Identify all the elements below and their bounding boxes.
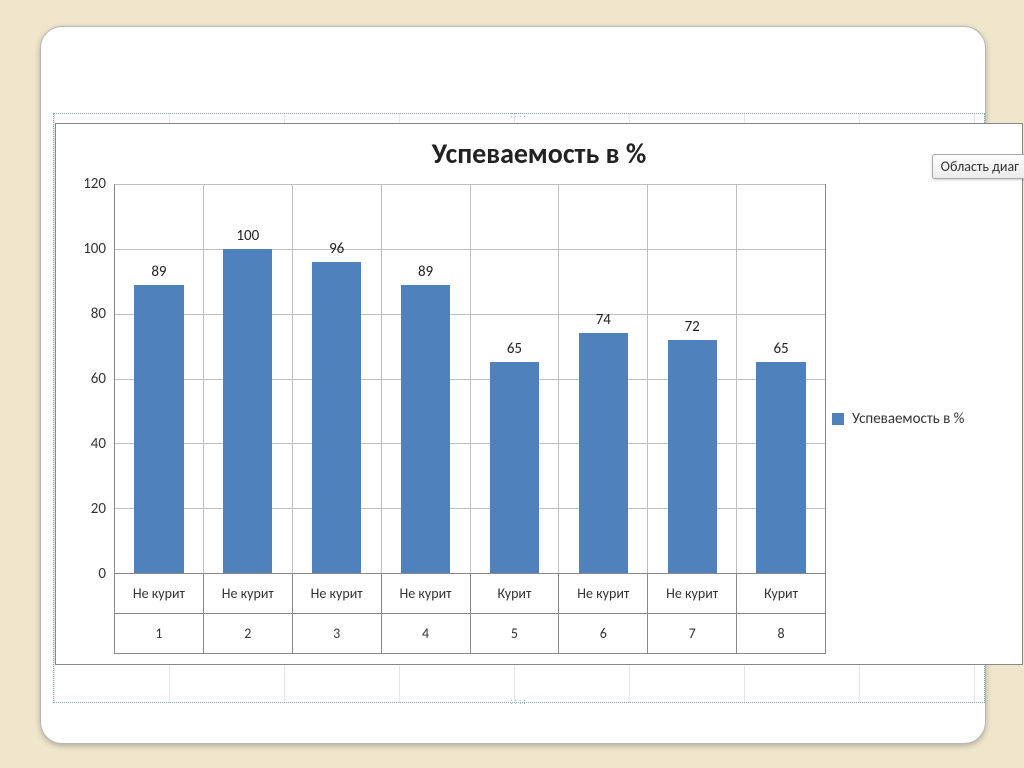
y-tick-label: 0 [98,565,106,583]
x-index-label: 2 [204,614,292,653]
x-axis: Не курит1Не курит2Не курит3Не курит4Кури… [114,574,826,654]
x-category-label: Курит [737,574,825,614]
y-tick-label: 100 [83,240,106,258]
plot-area[interactable]: 89100968965747265 [114,184,826,574]
x-category-label: Не курит [382,574,470,614]
x-cell: Не курит4 [381,574,470,654]
bar[interactable] [134,285,183,574]
legend-label: Успеваемость в % [852,410,964,428]
bar[interactable] [312,262,361,573]
bar-value-label: 72 [648,318,736,336]
drag-handle-bottom[interactable]: :::: [510,696,528,707]
bar-cell: 72 [648,184,737,573]
x-index-label: 6 [559,614,647,653]
bars-row: 89100968965747265 [115,184,826,573]
x-cell: Не курит1 [114,574,203,654]
bar-cell: 96 [293,184,382,573]
x-index-label: 3 [293,614,381,653]
bar[interactable] [756,362,805,573]
bar[interactable] [579,333,628,573]
bar-cell: 74 [559,184,648,573]
bar[interactable] [223,249,272,573]
x-cell: Курит8 [736,574,826,654]
bar-value-label: 89 [115,263,203,281]
bar-cell: 89 [382,184,471,573]
y-tick-label: 60 [91,370,106,388]
bar[interactable] [401,285,450,574]
bar-cell: 89 [115,184,204,573]
x-category-label: Не курит [204,574,292,614]
x-index-label: 5 [471,614,559,653]
x-cell: Не курит2 [203,574,292,654]
x-category-label: Не курит [648,574,736,614]
legend: Успеваемость в % [832,184,1012,654]
bar[interactable] [490,362,539,573]
chart-area[interactable]: Успеваемость в % Область диаг 0 20 40 60 80 1… [55,123,1023,665]
x-category-label: Курит [471,574,559,614]
bar-value-label: 65 [737,340,825,358]
y-tick-label: 80 [91,305,106,323]
x-index-label: 7 [648,614,736,653]
bar[interactable] [668,340,717,573]
x-category-label: Не курит [115,574,203,614]
y-tick-label: 20 [91,500,106,518]
drag-handle-top[interactable]: :::: [510,109,528,120]
x-cell: Не курит6 [558,574,647,654]
bar-value-label: 74 [559,311,647,329]
chart-title: Успеваемость в % [56,124,1022,177]
chart-body: 020406080100120 89100968965747265 Не кур… [72,184,1012,654]
legend-swatch [832,413,844,425]
x-index-label: 1 [115,614,203,653]
y-axis: 020406080100120 [72,184,112,574]
bar-cell: 100 [204,184,293,573]
bar-value-label: 65 [471,340,559,358]
x-cell: Не курит3 [292,574,381,654]
bar-value-label: 96 [293,240,381,258]
x-index-label: 4 [382,614,470,653]
x-cell: Не курит7 [647,574,736,654]
x-category-label: Не курит [559,574,647,614]
y-tick-label: 40 [91,435,106,453]
x-index-label: 8 [737,614,825,653]
y-tick-label: 120 [83,175,106,193]
bar-cell: 65 [737,184,826,573]
bar-cell: 65 [471,184,560,573]
chart-tooltip: Область диаг [932,154,1024,179]
x-cell: Курит5 [470,574,559,654]
bar-value-label: 100 [204,227,292,245]
slide-card: :::: :::: Успеваемость в % Область диаг … [40,26,986,744]
bar-value-label: 89 [382,263,470,281]
x-category-label: Не курит [293,574,381,614]
